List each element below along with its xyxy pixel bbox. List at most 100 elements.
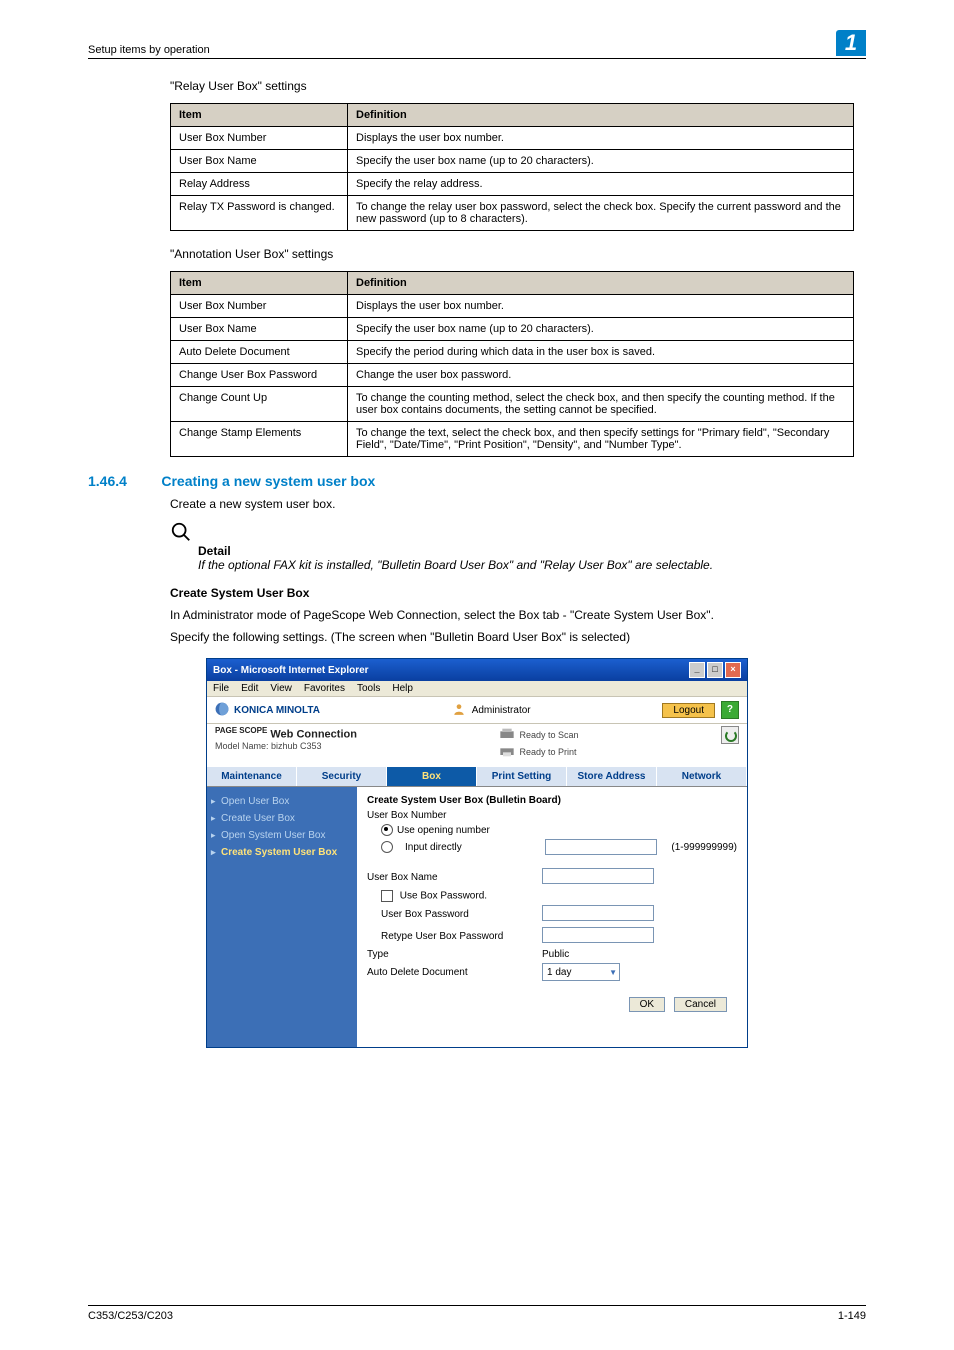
- sidebar-item-create-user-box[interactable]: Create User Box: [207, 810, 357, 827]
- body-text-1: In Administrator mode of PageScope Web C…: [170, 608, 866, 622]
- sidebar-item-open-system-user-box[interactable]: Open System User Box: [207, 827, 357, 844]
- sidebar-item-open-user-box[interactable]: Open User Box: [207, 793, 357, 810]
- table-row: User Box NameSpecify the user box name (…: [171, 318, 854, 341]
- tab-store-address[interactable]: Store Address: [567, 767, 657, 786]
- printer-icon: [499, 744, 515, 760]
- radio-input-directly[interactable]: [381, 841, 393, 853]
- cell: Change Count Up: [171, 387, 348, 422]
- close-icon[interactable]: ×: [725, 662, 741, 678]
- refresh-icon[interactable]: [721, 726, 739, 744]
- ready-print-label: Ready to Print: [519, 747, 576, 757]
- cell: To change the counting method, select th…: [348, 387, 854, 422]
- cell: Change Stamp Elements: [171, 422, 348, 457]
- tab-maintenance[interactable]: Maintenance: [207, 767, 297, 786]
- main-panel: Create System User Box (Bulletin Board) …: [357, 787, 747, 1047]
- table-row: Change Count UpTo change the counting me…: [171, 387, 854, 422]
- brand-text: KONICA MINOLTA: [234, 705, 320, 716]
- sub-heading: Create System User Box: [170, 586, 866, 600]
- menu-help[interactable]: Help: [392, 683, 413, 694]
- table-row: Relay TX Password is changed.To change t…: [171, 196, 854, 231]
- annotation-table: Item Definition User Box NumberDisplays …: [170, 271, 854, 457]
- field-user-box-number: User Box Number: [367, 810, 737, 821]
- page-footer: C353/C253/C203 1-149: [88, 1305, 866, 1322]
- menu-bar[interactable]: File Edit View Favorites Tools Help: [207, 681, 747, 697]
- chapter-badge: 1: [836, 30, 866, 56]
- cell: Change the user box password.: [348, 364, 854, 387]
- minimize-icon[interactable]: _: [689, 662, 705, 678]
- tab-print-setting[interactable]: Print Setting: [477, 767, 567, 786]
- globe-icon: [215, 702, 229, 719]
- label-input-directly: Input directly: [405, 842, 462, 853]
- menu-edit[interactable]: Edit: [241, 683, 258, 694]
- relay-table: Item Definition User Box NumberDisplays …: [170, 103, 854, 231]
- range-hint: (1-999999999): [671, 842, 737, 853]
- table-row: Relay AddressSpecify the relay address.: [171, 173, 854, 196]
- label-user-box-name: User Box Name: [367, 872, 542, 883]
- webconn-label: Web Connection: [270, 729, 357, 741]
- pagescope-title: PAGE SCOPE Web Connection: [215, 726, 357, 741]
- relay-col1-header: Item: [171, 104, 348, 127]
- radio-use-opening[interactable]: [381, 824, 393, 836]
- table-row: Change User Box PasswordChange the user …: [171, 364, 854, 387]
- cell: Relay TX Password is changed.: [171, 196, 348, 231]
- label-type: Type: [367, 949, 542, 960]
- cell: Relay Address: [171, 173, 348, 196]
- cell: Specify the relay address.: [348, 173, 854, 196]
- cell: Change User Box Password: [171, 364, 348, 387]
- cell: User Box Number: [171, 127, 348, 150]
- cell: To change the text, select the check box…: [348, 422, 854, 457]
- select-auto-delete[interactable]: 1 day ▼: [542, 963, 620, 981]
- cell: User Box Name: [171, 150, 348, 173]
- tab-security[interactable]: Security: [297, 767, 387, 786]
- cell: User Box Number: [171, 295, 348, 318]
- model-name: Model Name: bizhub C353: [215, 741, 357, 751]
- menu-tools[interactable]: Tools: [357, 683, 380, 694]
- label-use-opening: Use opening number: [397, 825, 490, 836]
- input-box-number[interactable]: [545, 839, 657, 855]
- ok-button[interactable]: OK: [629, 997, 665, 1012]
- magnifier-icon: [170, 532, 192, 546]
- label-user-box-password: User Box Password: [381, 909, 542, 920]
- menu-file[interactable]: File: [213, 683, 229, 694]
- footer-left: C353/C253/C203: [88, 1310, 173, 1322]
- cell: Specify the period during which data in …: [348, 341, 854, 364]
- detail-label: Detail: [198, 544, 866, 558]
- cancel-button[interactable]: Cancel: [674, 997, 727, 1012]
- menu-view[interactable]: View: [270, 683, 292, 694]
- administrator-label: Administrator: [472, 705, 531, 716]
- tab-box[interactable]: Box: [387, 767, 477, 786]
- relay-caption: "Relay User Box" settings: [170, 79, 866, 93]
- table-row: Auto Delete DocumentSpecify the period d…: [171, 341, 854, 364]
- ann-col1-header: Item: [171, 272, 348, 295]
- cell: Displays the user box number.: [348, 127, 854, 150]
- body-text-2: Specify the following settings. (The scr…: [170, 630, 866, 644]
- annotation-caption: "Annotation User Box" settings: [170, 247, 866, 261]
- tab-network[interactable]: Network: [657, 767, 747, 786]
- page-header: Setup items by operation 1: [88, 30, 866, 59]
- maximize-icon[interactable]: □: [707, 662, 723, 678]
- detail-block: Detail If the optional FAX kit is instal…: [170, 521, 866, 572]
- embedded-screenshot: Box - Microsoft Internet Explorer _ □ × …: [206, 658, 748, 1048]
- input-user-box-password[interactable]: [542, 905, 654, 921]
- relay-col2-header: Definition: [348, 104, 854, 127]
- help-icon[interactable]: ?: [721, 701, 739, 719]
- sidebar-item-create-system-user-box[interactable]: Create System User Box: [207, 844, 357, 861]
- input-retype-password[interactable]: [542, 927, 654, 943]
- sidebar: Open User Box Create User Box Open Syste…: [207, 787, 357, 1047]
- input-user-box-name[interactable]: [542, 868, 654, 884]
- cell: To change the relay user box password, s…: [348, 196, 854, 231]
- table-row: User Box NumberDisplays the user box num…: [171, 295, 854, 318]
- logout-button[interactable]: Logout: [662, 703, 715, 718]
- table-row: User Box NumberDisplays the user box num…: [171, 127, 854, 150]
- chevron-down-icon: ▼: [609, 968, 617, 977]
- panel-title: Create System User Box (Bulletin Board): [367, 795, 737, 806]
- section-title: Creating a new system user box: [161, 473, 375, 489]
- cell: Auto Delete Document: [171, 341, 348, 364]
- brand-logo: KONICA MINOLTA: [215, 702, 320, 719]
- select-auto-delete-value: 1 day: [547, 967, 571, 978]
- table-row: User Box NameSpecify the user box name (…: [171, 150, 854, 173]
- checkbox-use-password[interactable]: [381, 890, 393, 902]
- cell: Specify the user box name (up to 20 char…: [348, 150, 854, 173]
- section-number: 1.46.4: [88, 473, 158, 489]
- menu-favorites[interactable]: Favorites: [304, 683, 345, 694]
